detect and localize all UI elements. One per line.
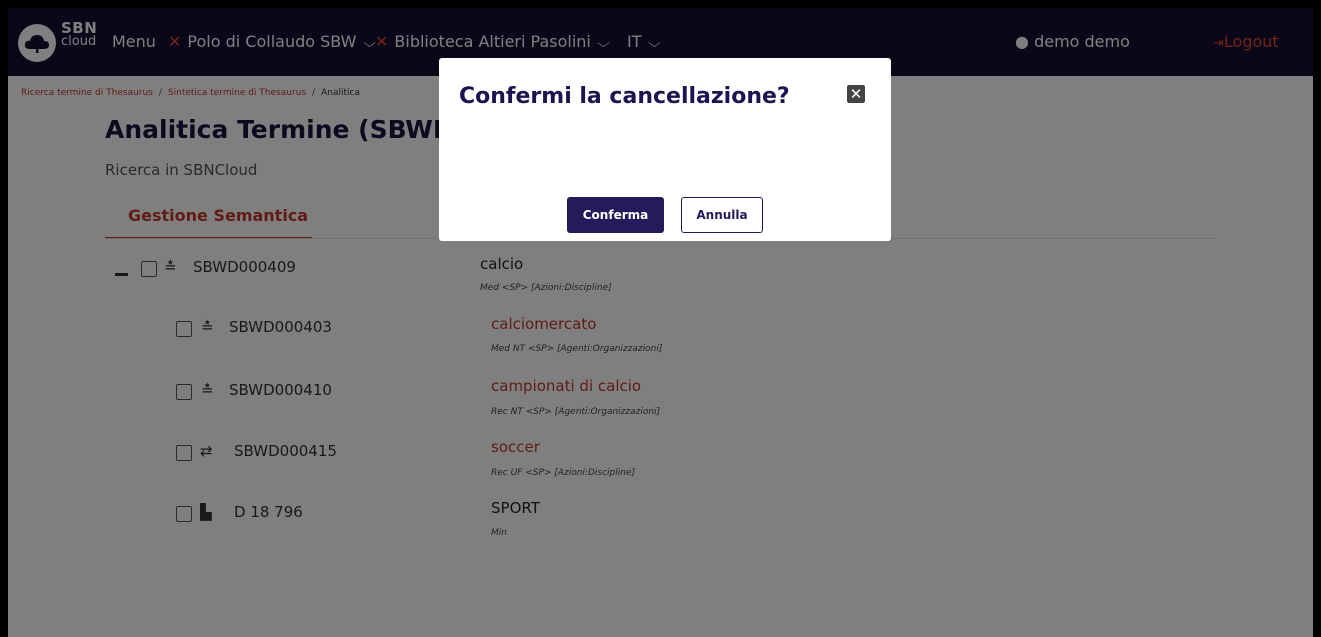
close-icon[interactable]: ✕: [847, 85, 865, 103]
dialog-title: Confermi la cancellazione?: [459, 84, 790, 109]
confirm-delete-dialog: Confermi la cancellazione? ✕ Conferma An…: [439, 58, 891, 241]
cancel-button[interactable]: Annulla: [681, 197, 763, 233]
app-window: SBN cloud Menu ✕Polo di Collaudo SBW⌵ ✕B…: [8, 8, 1313, 637]
confirm-button[interactable]: Conferma: [567, 197, 664, 233]
